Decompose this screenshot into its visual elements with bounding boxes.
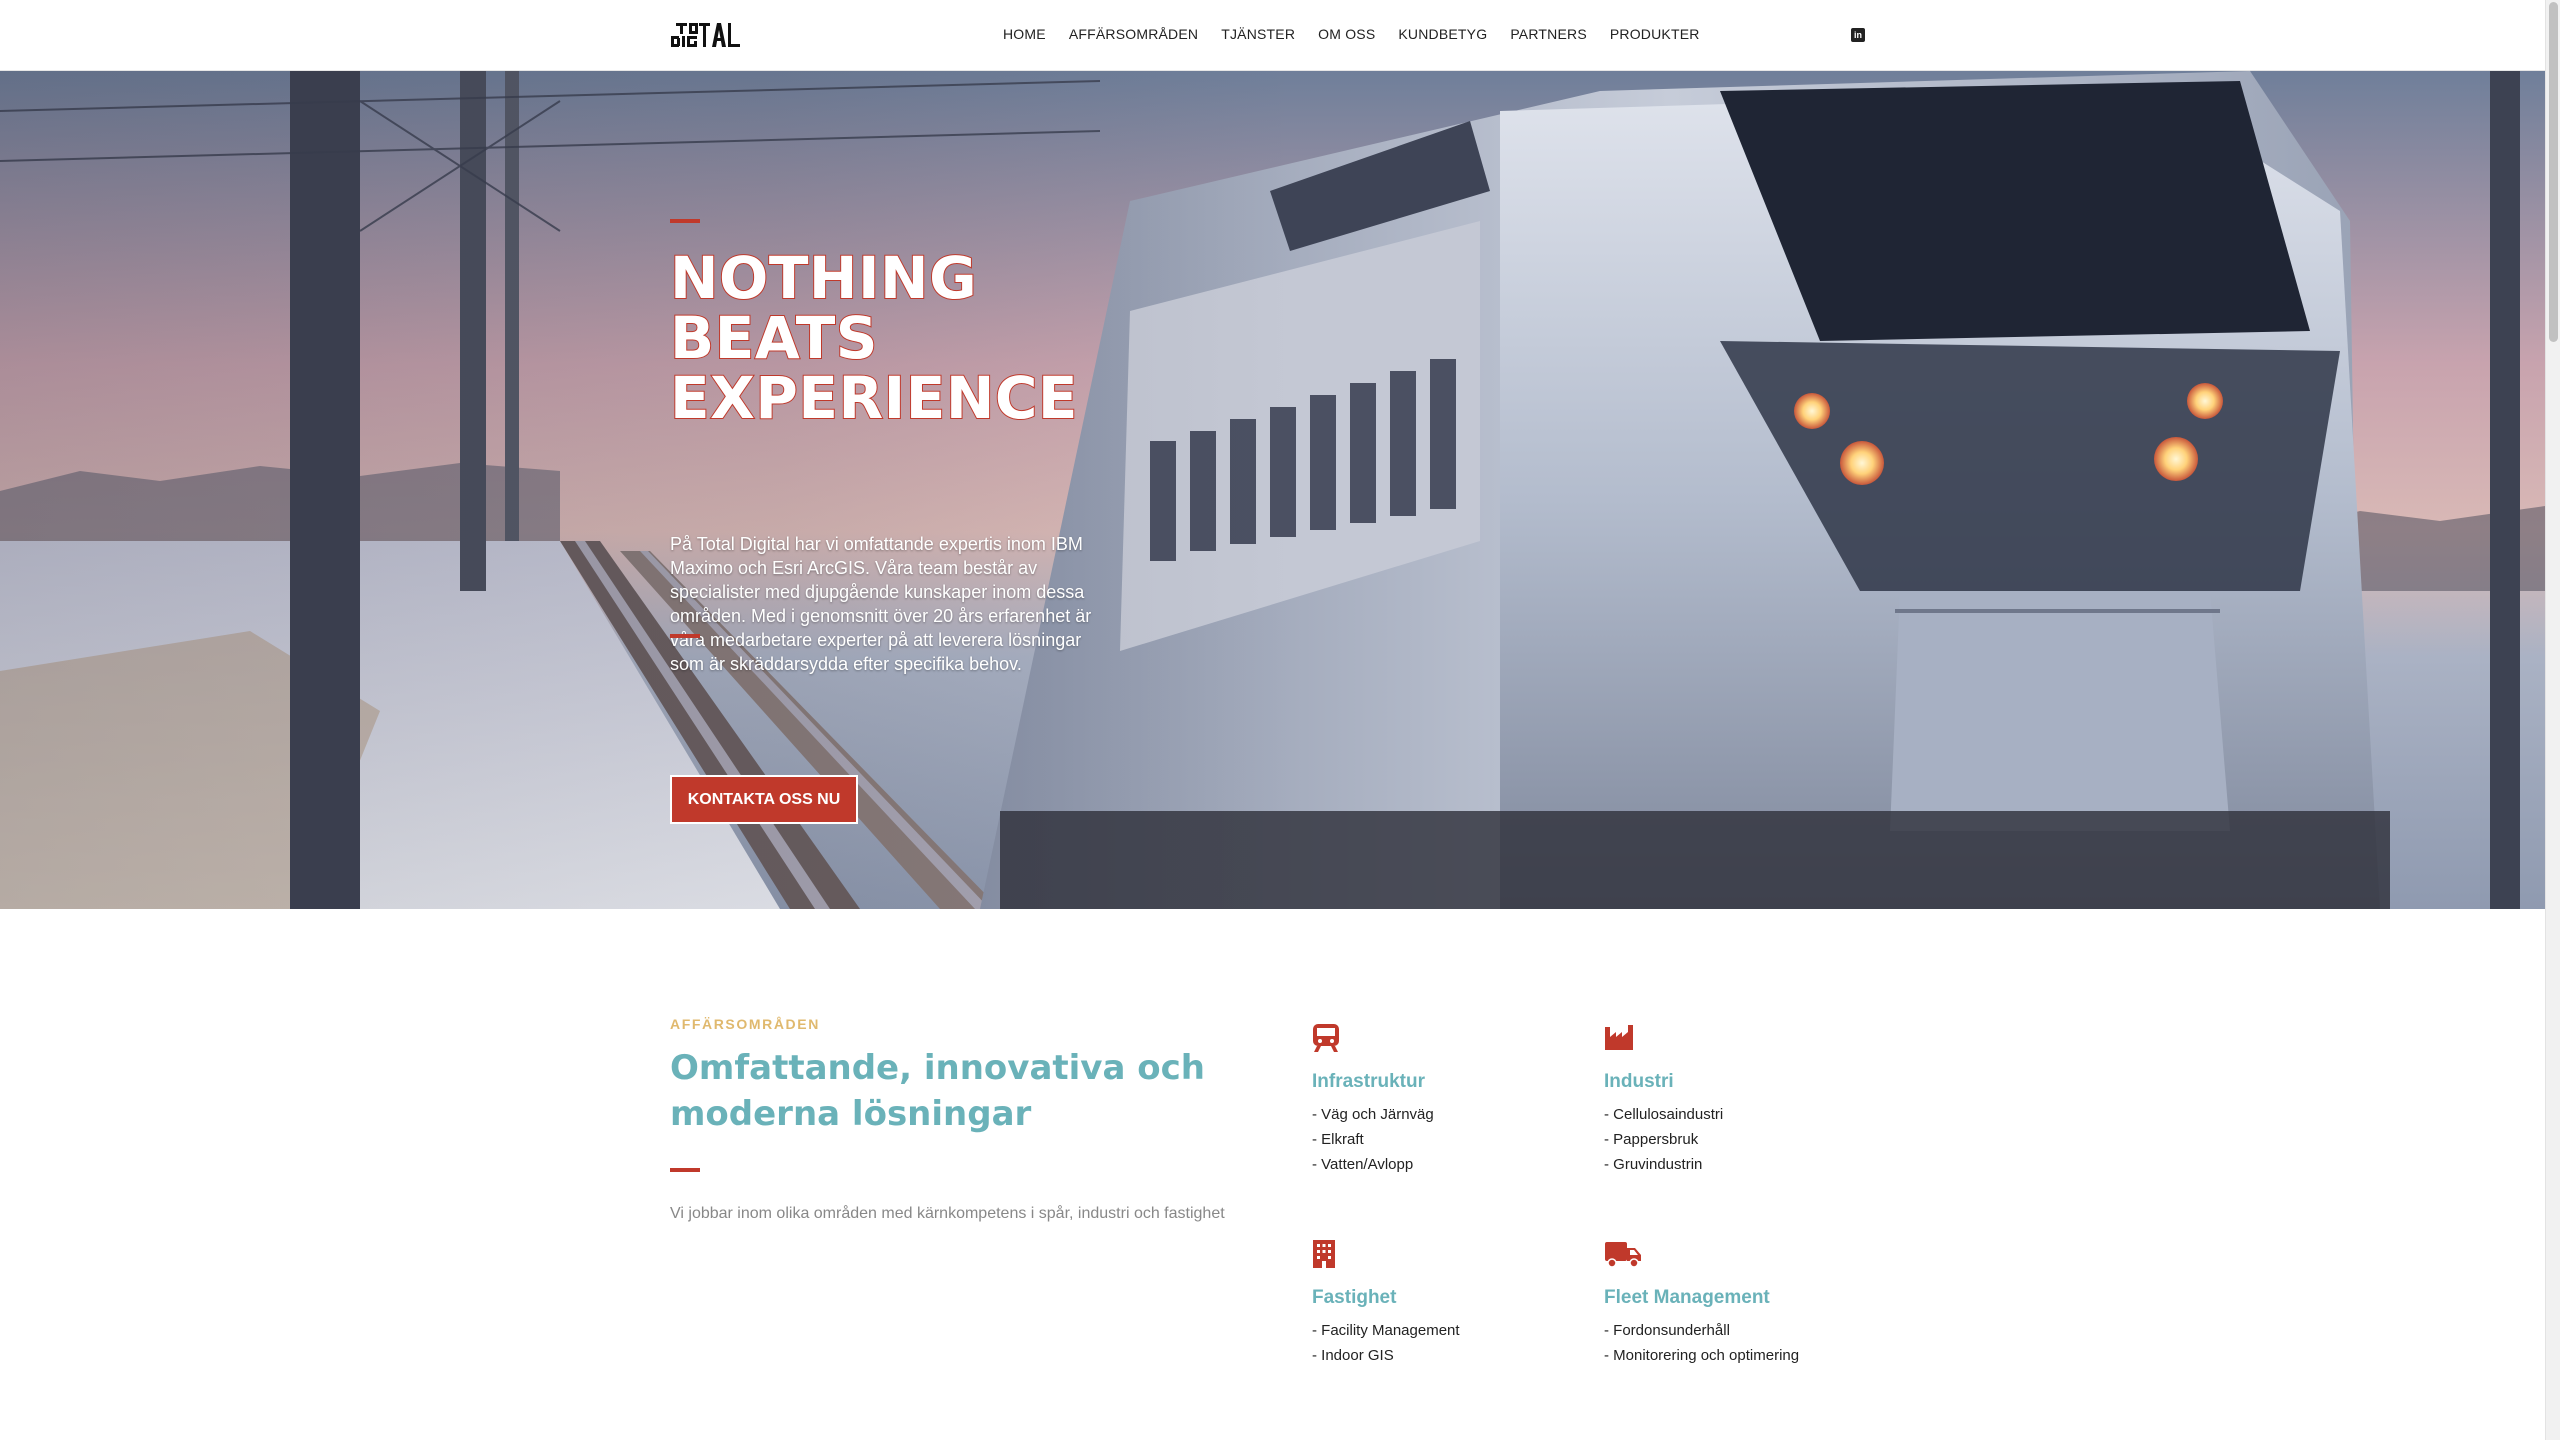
main-nav: HOME AFFÄRSOMRÅDEN TJÄNSTER OM OSS KUNDB… — [1003, 26, 1723, 42]
hero-title: NOTHING BEATS EXPERIENCE — [669, 244, 1370, 432]
section-title: Omfattande, innovativa och moderna lösni… — [670, 1048, 1205, 1134]
list-item: - Gruvindustrin — [1604, 1156, 1703, 1173]
nav-om-oss[interactable]: OM OSS — [1318, 26, 1375, 42]
list-item: - Cellulosaindustri — [1604, 1106, 1724, 1123]
nav-kundbetyg[interactable]: KUNDBETYG — [1398, 26, 1487, 42]
nav-home[interactable]: HOME — [1003, 26, 1046, 42]
contact-us-button[interactable]: KONTAKTA OSS NU — [670, 775, 858, 824]
area-title: Fastighet — [1312, 1287, 1397, 1308]
area-fastighet: Fastighet - Facility Management - Indoor… — [1312, 1239, 1572, 1368]
hero-description: På Total Digital har vi omfattande exper… — [670, 534, 1092, 674]
hero-title-line-3: EXPERIENCE — [669, 364, 1079, 432]
nav-produkter[interactable]: PRODUKTER — [1610, 26, 1700, 42]
area-infrastruktur: Infrastruktur - Väg och Järnväg - Elkraf… — [1312, 1023, 1572, 1177]
section-accent-bar — [670, 1168, 700, 1172]
hero-title-line-2: BEATS — [669, 304, 879, 372]
site-header: HOME AFFÄRSOMRÅDEN TJÄNSTER OM OSS KUNDB… — [0, 0, 2545, 71]
industry-icon — [1604, 1023, 1634, 1053]
area-list: - Facility Management - Indoor GIS — [1312, 1318, 1572, 1368]
area-title: Infrastruktur — [1312, 1071, 1425, 1092]
area-list: - Väg och Järnväg - Elkraft - Vatten/Avl… — [1312, 1102, 1572, 1177]
nav-tjanster[interactable]: TJÄNSTER — [1221, 26, 1295, 42]
hero-overlay — [0, 71, 1300, 909]
scrollbar-thumb[interactable] — [2549, 2, 2558, 342]
list-item: - Fordonsunderhåll — [1604, 1322, 1730, 1339]
list-item: - Indoor GIS — [1312, 1347, 1394, 1364]
section-description: Vi jobbar inom olika områden med kärnkom… — [670, 1205, 1225, 1222]
hero-title-line-1: NOTHING — [669, 244, 978, 312]
total-digital-logo[interactable] — [670, 22, 746, 48]
list-item: - Monitorering och optimering — [1604, 1347, 1800, 1364]
linkedin-icon[interactable]: in — [1851, 28, 1865, 42]
hero-accent-bar-top — [670, 219, 700, 223]
area-title: Industri — [1604, 1071, 1674, 1092]
area-list: - Cellulosaindustri - Pappersbruk - Gruv… — [1604, 1102, 1864, 1177]
area-industri: Industri - Cellulosaindustri - Pappersbr… — [1604, 1023, 1864, 1177]
area-title: Fleet Management — [1604, 1287, 1770, 1308]
train-icon — [1312, 1023, 1342, 1053]
truck-icon — [1604, 1239, 1641, 1269]
page-scrollbar[interactable] — [2545, 0, 2560, 1440]
list-item: - Väg och Järnväg — [1312, 1106, 1434, 1123]
hero-section: NOTHING BEATS EXPERIENCE På Total Digita… — [0, 71, 2545, 909]
area-list: - Fordonsunderhåll - Monitorering och op… — [1604, 1318, 1864, 1368]
nav-affarsomraden[interactable]: AFFÄRSOMRÅDEN — [1069, 26, 1198, 42]
list-item: - Pappersbruk — [1604, 1131, 1699, 1148]
list-item: - Vatten/Avlopp — [1312, 1156, 1414, 1173]
hero-accent-bar-bottom — [670, 634, 700, 638]
nav-partners[interactable]: PARTNERS — [1510, 26, 1587, 42]
building-icon — [1312, 1239, 1342, 1269]
area-fleet-management: Fleet Management - Fordonsunderhåll - Mo… — [1604, 1239, 1864, 1368]
section-eyebrow: AFFÄRSOMRÅDEN — [670, 1016, 820, 1032]
list-item: - Elkraft — [1312, 1131, 1364, 1148]
list-item: - Facility Management — [1312, 1322, 1460, 1339]
